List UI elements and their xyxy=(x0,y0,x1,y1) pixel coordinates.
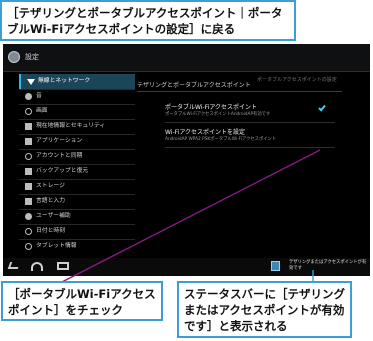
back-icon[interactable] xyxy=(7,262,21,269)
sidebar-item-label: 無線とネットワーク xyxy=(38,78,91,84)
sidebar-item-label: アカウントと同期 xyxy=(36,153,83,159)
home-icon[interactable] xyxy=(31,262,43,271)
app-title: 設定 xyxy=(25,53,39,61)
notification-text: テザリングまたはアクセスポイントが有効です xyxy=(289,260,367,271)
sidebar-item-tablet-info[interactable]: タブレット情報 xyxy=(19,239,135,254)
wireless-icon xyxy=(27,79,35,85)
checkmark-icon xyxy=(318,103,326,112)
section-heading: テザリングとポータブルアクセスポイント xyxy=(137,82,251,89)
location-icon xyxy=(25,123,32,130)
accessibility-icon xyxy=(25,213,32,220)
sidebar-item-language-input[interactable]: 言語と入力 xyxy=(19,194,135,209)
sidebar-item-label: 現在地情報とセキュリティ xyxy=(36,123,106,129)
sound-icon xyxy=(25,93,32,100)
configure-wifi-hotspot-row[interactable]: Wi-Fiアクセスポイントを設定 AndroidAP WPA2 PSKポータブル… xyxy=(165,129,335,143)
sidebar-item-display[interactable]: 画面 xyxy=(19,104,135,119)
system-bar: テザリングまたはアクセスポイントが有効です xyxy=(3,258,370,276)
divider xyxy=(165,122,335,123)
recent-apps-icon[interactable] xyxy=(57,262,69,270)
sync-icon xyxy=(25,153,32,160)
sidebar-item-accounts-sync[interactable]: アカウントと同期 xyxy=(19,149,135,164)
sidebar-item-wireless[interactable]: 無線とネットワーク xyxy=(19,74,135,89)
sidebar-item-label: 言語と入力 xyxy=(36,198,65,204)
row-subtitle: ポータブルWi-FiアクセスポイントAndroidAP有効です xyxy=(165,112,271,117)
callout-statusbar-notice: ステータスバーに［テザリングまたはアクセスポイントが有効です］と表示される xyxy=(177,281,352,338)
sidebar-item-label: タブレット情報 xyxy=(36,243,77,249)
sidebar-item-label: 日付と時刻 xyxy=(36,228,65,234)
sidebar-item-label: バックアップと復元 xyxy=(36,168,89,174)
sidebar-item-storage[interactable]: ストレージ xyxy=(19,179,135,194)
portable-wifi-hotspot-checkbox[interactable] xyxy=(318,103,327,112)
row-title: Wi-Fiアクセスポイントを設定 xyxy=(165,129,246,136)
callout-return-instruction: ［テザリングとポータブルアクセスポイント｜ポータブルWi-Fiアクセスポイントの… xyxy=(0,0,296,41)
storage-icon xyxy=(25,183,32,190)
portable-wifi-hotspot-row[interactable]: ポータブルWi-Fiアクセスポイント ポータブルWi-FiアクセスポイントAnd… xyxy=(165,104,335,118)
sidebar-item-applications[interactable]: アプリケーション xyxy=(19,134,135,149)
display-icon xyxy=(25,108,32,115)
settings-app-icon[interactable] xyxy=(8,51,20,63)
hotspot-notification-icon[interactable] xyxy=(271,261,280,271)
section-heading-secondary: ポータブルアクセスポイントの設定 xyxy=(257,77,337,83)
settings-sidebar: 無線とネットワーク 音 画面 現在地情報とセキュリティ アプリケーション アカウ… xyxy=(19,74,135,254)
backup-icon xyxy=(25,168,32,175)
clock-icon xyxy=(25,228,32,235)
sidebar-item-accessibility[interactable]: ユーザー補助 xyxy=(19,209,135,224)
callout-check-hotspot: ［ポータブルWi-Fiアクセスポイント］をチェック xyxy=(1,281,163,321)
row-title: ポータブルWi-Fiアクセスポイント xyxy=(165,104,258,111)
sidebar-item-sound[interactable]: 音 xyxy=(19,89,135,104)
divider xyxy=(137,91,342,92)
sidebar-item-label: アプリケーション xyxy=(36,138,83,144)
row-subtitle: AndroidAP WPA2 PSKポータブルWi-Fiアクセスポイント xyxy=(165,137,277,142)
sidebar-item-label: 音 xyxy=(36,93,42,99)
sidebar-item-label: 画面 xyxy=(36,108,48,114)
info-icon xyxy=(25,243,32,250)
sidebar-item-date-time[interactable]: 日付と時刻 xyxy=(19,224,135,239)
tutorial-figure: ［テザリングとポータブルアクセスポイント｜ポータブルWi-Fiアクセスポイントの… xyxy=(0,0,373,341)
sidebar-item-location-security[interactable]: 現在地情報とセキュリティ xyxy=(19,119,135,134)
action-bar: 設定 xyxy=(3,44,370,72)
sidebar-item-label: ストレージ xyxy=(36,183,65,189)
language-icon xyxy=(25,198,32,205)
settings-detail-pane: テザリングとポータブルアクセスポイント ポータブルアクセスポイントの設定 ポータ… xyxy=(137,74,347,254)
apps-icon xyxy=(25,138,32,145)
sidebar-item-backup-restore[interactable]: バックアップと復元 xyxy=(19,164,135,179)
tablet-screen: 設定 無線とネットワーク 音 画面 現在地情報とセキュリティ アプリケーション … xyxy=(3,44,370,276)
divider xyxy=(165,147,335,148)
sidebar-item-label: ユーザー補助 xyxy=(36,213,71,219)
